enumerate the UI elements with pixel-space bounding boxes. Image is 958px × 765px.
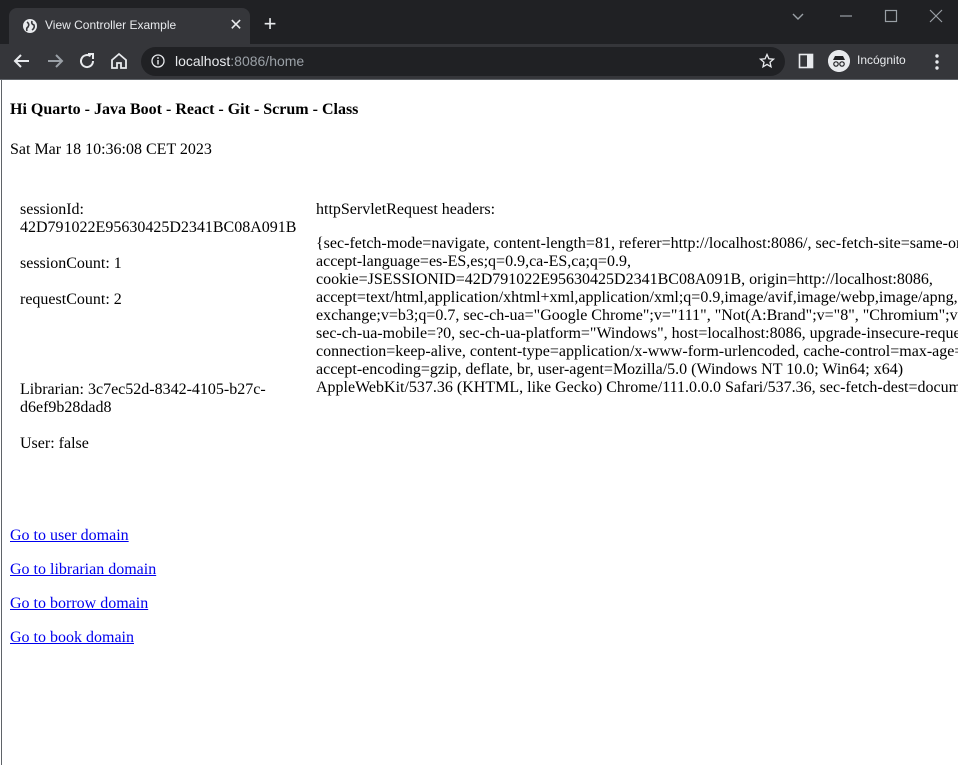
browser-tab[interactable]: View Controller Example ✕ (9, 8, 250, 44)
headers-info: httpServletRequest headers: {sec-fetch-m… (316, 201, 958, 413)
site-info-icon[interactable] (151, 54, 165, 68)
page-title: Hi Quarto - Java Boot - React - Git - Sc… (10, 101, 359, 118)
page-content: Hi Quarto - Java Boot - React - Git - Sc… (1, 80, 958, 765)
url-path: :8086/home (230, 53, 305, 69)
minimize-icon[interactable] (836, 6, 856, 26)
close-window-icon[interactable] (926, 6, 946, 26)
incognito-label: Incógnito (857, 53, 906, 67)
link-user-domain[interactable]: Go to user domain (10, 527, 156, 545)
url-text[interactable]: localhost:8086/home (175, 53, 304, 69)
incognito-badge[interactable]: Incógnito (826, 48, 916, 74)
close-tab-icon[interactable]: ✕ (227, 17, 245, 35)
tab-title: View Controller Example (45, 18, 177, 32)
session-id-value: 42D791022E95630425D2341BC08A091B (20, 219, 297, 236)
browser-toolbar: localhost:8086/home Incógnito (0, 44, 958, 80)
side-panel-icon[interactable] (798, 53, 814, 69)
current-date: Sat Mar 18 10:36:08 CET 2023 (10, 141, 212, 158)
user-flag: User: false (20, 435, 89, 452)
new-tab-icon[interactable]: + (260, 13, 280, 35)
browser-titlebar: View Controller Example ✕ + (0, 0, 958, 44)
incognito-icon (828, 50, 850, 72)
url-host: localhost (175, 53, 231, 69)
tab-search-chevron-icon[interactable] (788, 6, 808, 26)
reload-icon[interactable] (77, 51, 97, 71)
bookmark-star-icon[interactable] (759, 53, 775, 69)
maximize-icon[interactable] (881, 6, 901, 26)
home-icon[interactable] (109, 51, 129, 71)
request-count: requestCount: 2 (20, 291, 122, 308)
globe-icon (23, 19, 37, 33)
link-borrow-domain[interactable]: Go to borrow domain (10, 595, 156, 613)
back-arrow-icon[interactable] (12, 51, 32, 71)
link-book-domain[interactable]: Go to book domain (10, 629, 156, 647)
link-librarian-domain[interactable]: Go to librarian domain (10, 561, 156, 579)
session-count: sessionCount: 1 (20, 255, 122, 272)
forward-arrow-icon[interactable] (45, 51, 65, 71)
headers-title: httpServletRequest headers: (316, 201, 496, 218)
domain-links: Go to user domain Go to librarian domain… (10, 527, 156, 663)
kebab-menu-icon[interactable] (928, 52, 946, 72)
session-id-label: sessionId: (20, 201, 84, 218)
headers-value: {sec-fetch-mode=navigate, content-length… (316, 235, 958, 396)
session-info: sessionId: 42D791022E95630425D2341BC08A09… (20, 201, 305, 471)
librarian-id: Librarian: 3c7ec52d-8342-4105-b27c-d6ef9… (20, 381, 266, 416)
session-id-block: sessionId: 42D791022E95630425D2341BC08A09… (20, 201, 305, 237)
address-bar[interactable]: localhost:8086/home (141, 47, 785, 76)
